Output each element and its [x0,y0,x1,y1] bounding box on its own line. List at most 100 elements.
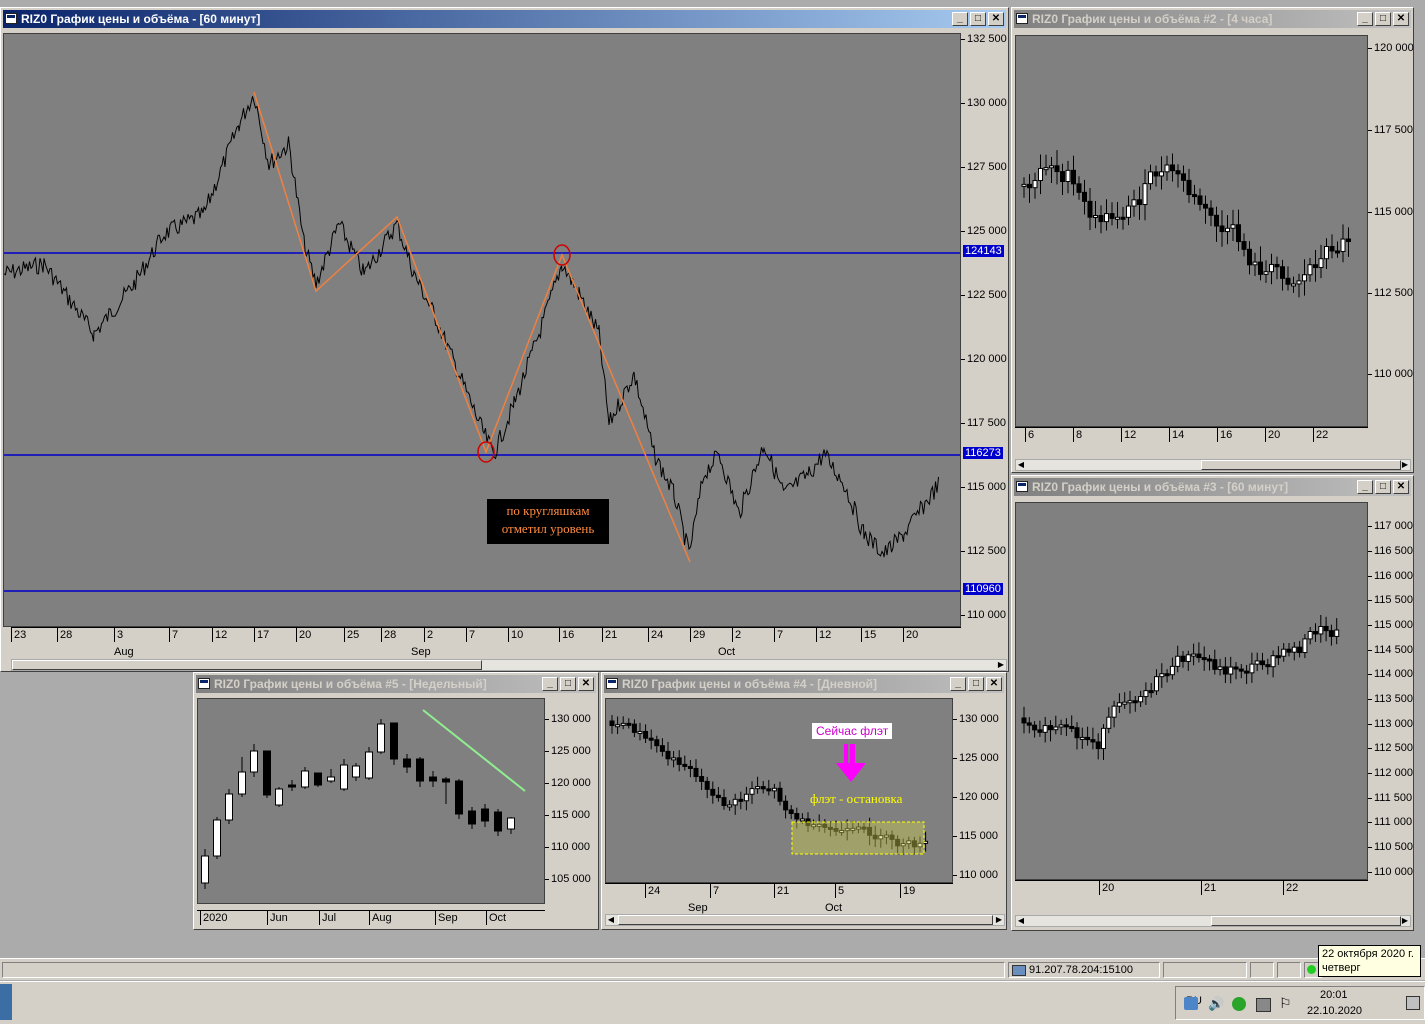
chart3-plot[interactable] [1015,502,1368,880]
candle-body [340,764,348,790]
minimize-button[interactable]: _ [1357,480,1373,494]
flag-icon[interactable]: ⚐ [1279,995,1292,1012]
candle-body [1270,655,1276,668]
x-tick-mark [212,628,213,642]
candle-body [1074,727,1080,739]
scroll-right-icon[interactable]: ▶ [1400,460,1410,470]
scroll-thumb[interactable] [1211,916,1401,926]
x-tick-mark [1313,428,1314,442]
candle-body [1148,171,1153,185]
scroll-left-icon[interactable]: ◀ [1016,916,1026,926]
maximize-button[interactable]: □ [970,12,986,26]
x-tick-mark [1099,881,1100,895]
x-tick-label: 16 [562,629,575,641]
system-tray: 🔊 ⚐ 20:01 22.10.2020 [1175,986,1425,1020]
y-tick-mark [1368,847,1372,848]
minimize-button[interactable]: _ [542,677,558,691]
y-tick-label: 112 500 [1374,742,1413,754]
y-tick-label: 120 000 [959,791,999,803]
chart4-hscrollbar[interactable]: ◀ ▶ [605,914,1005,926]
start-button-icon[interactable] [0,984,12,1020]
scroll-right-icon[interactable]: ▶ [996,660,1006,670]
x-tick-label: 22 [1316,429,1329,441]
candle-body [749,788,755,795]
volume-icon[interactable]: 🔊 [1208,996,1224,1012]
chart2-titlebar[interactable]: RIZ0 График цены и объёма #2 - [4 часа] … [1014,10,1411,28]
network-tray-icon[interactable] [1184,997,1198,1010]
candle-body [365,751,373,779]
clock-time[interactable]: 20:01 [1320,989,1348,1001]
candle-body [1048,725,1053,731]
candle-body [1323,625,1329,632]
minimize-button[interactable]: _ [952,12,968,26]
candle-body [1058,724,1064,728]
show-desktop-icon[interactable] [1406,996,1420,1010]
annotation-box: по кругляшкам отметил уровень [487,499,609,544]
candle-body [1037,729,1043,733]
y-tick-mark [1368,724,1372,725]
chart2-hscrollbar[interactable]: ◀ ▶ [1015,459,1411,471]
candle-body [1236,224,1241,243]
candle-body [1101,727,1106,750]
candle-body [766,788,772,792]
candle-body [1307,264,1313,276]
main-chart-title: RIZ0 График цены и объёма - [60 минут] [21,12,261,26]
candle-body [1286,648,1292,653]
close-button[interactable]: ✕ [578,677,594,691]
main-price-plot[interactable] [3,33,961,627]
close-button[interactable]: ✕ [988,12,1004,26]
x-month-label: Sep [411,646,431,658]
chart4-title: RIZ0 График цены и объёма #4 - [Дневной] [622,677,878,691]
chart2-plot[interactable] [1015,35,1368,427]
scroll-right-icon[interactable]: ▶ [1400,916,1410,926]
scroll-left-icon[interactable]: ◀ [1016,460,1026,470]
x-tick-label: 24 [651,629,664,641]
candle-body [1153,171,1159,177]
price-series-line [4,96,939,558]
main-x-axis: 23 28 3 7 12 17 20 25 28 2 7 10 16 21 24 29 2 7 12 15 20 Aug S… [11,627,961,659]
minimize-button[interactable]: _ [950,677,966,691]
maximize-button[interactable]: □ [1375,480,1391,494]
y-tick-label: 130 000 [967,97,1007,109]
clock-date[interactable]: 22.10.2020 [1307,1005,1362,1017]
y-tick-label: 132 500 [967,33,1007,45]
chart4-titlebar[interactable]: RIZ0 График цены и объёма #4 - [Дневной]… [604,675,1004,693]
minimize-button[interactable]: _ [1357,12,1373,26]
chart-window-3: RIZ0 График цены и объёма #3 - [60 минут… [1011,475,1414,931]
candle-body [1127,700,1133,704]
maximize-button[interactable]: □ [968,677,984,691]
chart5-titlebar[interactable]: RIZ0 График цены и объёма #5 - [Недельны… [196,675,596,693]
scroll-thumb[interactable] [618,915,993,925]
close-button[interactable]: ✕ [1393,12,1409,26]
candle-body [1225,227,1230,233]
y-tick-label: 120 000 [1374,42,1414,54]
y-tick-label: 110 000 [1374,866,1413,878]
maximize-button[interactable]: □ [1375,12,1391,26]
candle-body [1087,200,1093,218]
main-y-axis: 132 500 130 000 127 500 125 000 122 500 120 0… [961,33,1007,627]
maximize-button[interactable]: □ [560,677,576,691]
scroll-left-icon[interactable]: ◀ [606,915,616,925]
security-icon[interactable] [1232,997,1246,1011]
y-tick-mark [961,39,965,40]
scroll-thumb[interactable] [1201,460,1401,470]
scroll-right-icon[interactable]: ▶ [994,915,1004,925]
candle-body [659,745,665,752]
device-icon[interactable] [1256,998,1271,1012]
chart5-plot[interactable] [197,698,545,904]
close-button[interactable]: ✕ [1393,480,1409,494]
y-tick-label: 115 000 [959,830,998,842]
candle-body [771,787,777,792]
candle-body [1026,722,1032,726]
main-chart-titlebar[interactable]: RIZ0 График цены и объёма - [60 минут] _… [3,10,1006,28]
main-hscrollbar[interactable]: ▶ [11,659,1007,671]
close-button[interactable]: ✕ [986,677,1002,691]
x-tick-mark [774,628,775,642]
y-tick-label: 113 500 [1374,693,1413,705]
chart3-hscrollbar[interactable]: ◀ ▶ [1015,915,1411,927]
chart3-titlebar[interactable]: RIZ0 График цены и объёма #3 - [60 минут… [1014,478,1411,496]
chart5-y-axis: 130 000 125 000 120 000 115 000 110 000 105 0… [545,698,597,904]
tooltip-weekday: четверг [1322,962,1361,974]
scroll-thumb[interactable] [12,660,482,670]
candle-body [1076,183,1082,193]
